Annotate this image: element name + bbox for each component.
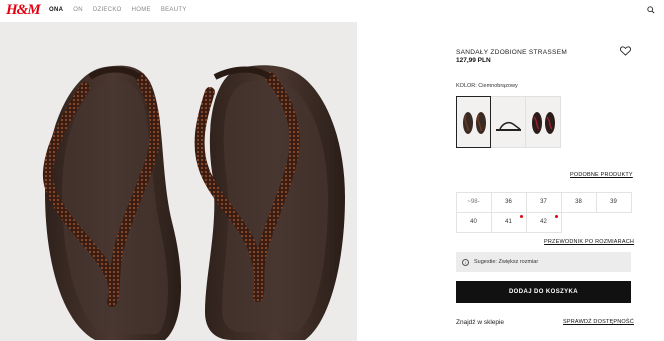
size-guide-link[interactable]: PRZEWODNIK PO ROZMIARACH bbox=[544, 239, 634, 245]
size-option[interactable]: 37 bbox=[525, 191, 562, 213]
product-title: SANDAŁY ZDOBIONE STRASSEM bbox=[456, 49, 568, 56]
size-suggestion: i Sugestie: Zwiększ rozmiar bbox=[456, 252, 631, 272]
size-option[interactable]: 40 bbox=[455, 211, 492, 233]
header: H&M ONA ON DZIECKO HOME BEAUTY bbox=[0, 0, 664, 22]
brand-logo[interactable]: H&M bbox=[6, 2, 41, 19]
sandals-illustration bbox=[42, 65, 345, 340]
size-suggestion-text: Sugestie: Zwiększ rozmiar bbox=[474, 259, 539, 265]
size-option[interactable]: ~98- bbox=[455, 191, 492, 213]
size-option[interactable]: 36 bbox=[490, 191, 527, 213]
size-option[interactable]: 39 bbox=[595, 191, 632, 213]
size-option[interactable]: 41 bbox=[490, 211, 527, 233]
product-price: 127,99 PLN bbox=[456, 57, 491, 64]
size-option[interactable]: 42 bbox=[525, 211, 562, 233]
search-icon[interactable] bbox=[647, 6, 655, 14]
check-availability-link[interactable]: SPRAWDŹ DOSTĘPNOŚĆ bbox=[563, 319, 634, 325]
similar-products-link[interactable]: PODOBNE PRODUKTY bbox=[570, 172, 633, 178]
low-stock-dot bbox=[554, 214, 558, 218]
color-swatches bbox=[456, 96, 561, 148]
nav-item-dziecko[interactable]: DZIECKO bbox=[93, 7, 122, 13]
heart-icon[interactable] bbox=[620, 46, 631, 56]
nav-item-beauty[interactable]: BEAUTY bbox=[161, 7, 187, 13]
color-label: KOLOR: Ciemnobrązowy bbox=[456, 83, 518, 89]
info-icon: i bbox=[462, 258, 469, 266]
add-to-cart-button[interactable]: DODAJ DO KOSZYKA bbox=[456, 281, 631, 303]
swatch-dark-brown-2[interactable] bbox=[526, 96, 561, 148]
product-details: SANDAŁY ZDOBIONE STRASSEM 127,99 PLN KOL… bbox=[357, 22, 664, 341]
find-in-store-label: Znajdź w sklepie bbox=[456, 319, 505, 326]
nav-item-home[interactable]: HOME bbox=[132, 7, 151, 13]
main-nav: ONA ON DZIECKO HOME BEAUTY bbox=[49, 7, 197, 13]
size-option[interactable]: 38 bbox=[560, 191, 597, 213]
swatch-black-side[interactable] bbox=[491, 96, 526, 148]
swatch-dark-brown[interactable] bbox=[456, 96, 491, 148]
nav-item-on[interactable]: ON bbox=[73, 7, 83, 13]
size-grid: ~98- 36 37 38 39 40 41 42 bbox=[455, 191, 632, 233]
low-stock-dot bbox=[519, 214, 523, 218]
product-image[interactable] bbox=[0, 22, 357, 341]
nav-item-ona[interactable]: ONA bbox=[49, 7, 63, 13]
